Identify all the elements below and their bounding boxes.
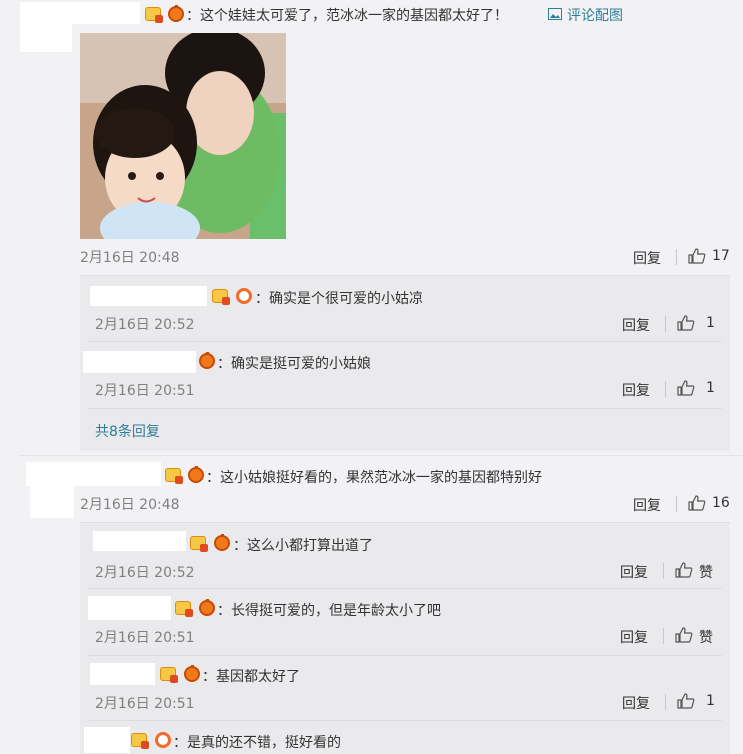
like-count: 17 xyxy=(712,248,730,264)
lantern-icon xyxy=(188,466,204,483)
lantern-icon xyxy=(236,288,252,304)
like-count: 16 xyxy=(712,495,730,511)
vip-badge-icon xyxy=(175,601,193,617)
thumbs-up-icon[interactable] xyxy=(688,248,706,264)
comment-text: ：这个娃娃太可爱了，范冰冰一家的基因都太好了！ xyxy=(186,8,508,24)
username-redacted[interactable] xyxy=(93,531,186,551)
thumbs-up-icon[interactable] xyxy=(675,562,693,578)
divider xyxy=(665,694,666,710)
like-count: 1 xyxy=(706,380,715,396)
lantern-icon xyxy=(155,732,171,748)
avatar-redacted[interactable] xyxy=(30,486,74,518)
reply-text: ：长得挺可爱的，但是年龄太小了吧 xyxy=(217,603,441,619)
reply-button[interactable]: 回复 xyxy=(622,315,650,335)
reply-timestamp: 2月16日 20:52 xyxy=(95,565,195,581)
username-redacted[interactable] xyxy=(84,727,130,753)
thumbs-up-icon[interactable] xyxy=(677,380,695,396)
image-icon[interactable] xyxy=(548,8,562,20)
reply-text: ：这么小都打算出道了 xyxy=(233,538,373,554)
divider xyxy=(88,588,722,589)
lantern-icon xyxy=(199,599,215,616)
username-redacted[interactable] xyxy=(20,2,140,24)
divider xyxy=(88,408,722,409)
reply-text: ：基因都太好了 xyxy=(202,669,300,685)
username-redacted[interactable] xyxy=(83,351,196,373)
avatar-redacted[interactable] xyxy=(20,24,72,52)
reply-button[interactable]: 回复 xyxy=(622,693,650,713)
thumbs-up-icon[interactable] xyxy=(688,495,706,511)
vip-badge-icon xyxy=(131,733,149,749)
divider xyxy=(88,341,722,342)
vip-badge-icon xyxy=(212,289,230,305)
lantern-icon xyxy=(184,665,200,682)
reply-timestamp: 2月16日 20:51 xyxy=(95,630,195,646)
lantern-icon xyxy=(199,352,215,369)
reply-button[interactable]: 回复 xyxy=(620,562,648,582)
username-redacted[interactable] xyxy=(90,663,155,685)
comment-photo[interactable] xyxy=(80,33,286,239)
vip-badge-icon xyxy=(160,667,178,683)
divider xyxy=(663,563,664,579)
like-label[interactable]: 赞 xyxy=(699,627,713,647)
reply-button[interactable]: 回复 xyxy=(633,495,661,515)
like-count: 1 xyxy=(706,693,715,709)
divider xyxy=(676,249,677,265)
vip-badge-icon xyxy=(145,7,163,23)
reply-timestamp: 2月16日 20:51 xyxy=(95,696,195,712)
reply-button[interactable]: 回复 xyxy=(622,380,650,400)
reply-timestamp: 2月16日 20:51 xyxy=(95,383,195,399)
reply-text: ：是真的还不错，挺好看的 xyxy=(173,735,341,751)
comment-picture-link[interactable]: 评论配图 xyxy=(567,5,623,25)
vip-badge-icon xyxy=(190,536,208,552)
more-replies-link[interactable]: 共8条回复 xyxy=(95,421,160,441)
like-count: 1 xyxy=(706,315,715,331)
reply-text: ：确实是挺可爱的小姑娘 xyxy=(217,356,371,372)
divider xyxy=(676,496,677,512)
divider xyxy=(20,455,743,456)
lantern-icon xyxy=(214,534,230,551)
comment-timestamp: 2月16日 20:48 xyxy=(80,250,180,266)
divider xyxy=(665,381,666,397)
divider xyxy=(665,316,666,332)
divider xyxy=(88,655,722,656)
reply-text: ：确实是个很可爱的小姑凉 xyxy=(255,291,423,307)
like-label[interactable]: 赞 xyxy=(699,562,713,582)
reply-timestamp: 2月16日 20:52 xyxy=(95,317,195,333)
username-redacted[interactable] xyxy=(26,462,161,486)
reply-button[interactable]: 回复 xyxy=(620,627,648,647)
thumbs-up-icon[interactable] xyxy=(677,315,695,331)
thumbs-up-icon[interactable] xyxy=(675,627,693,643)
username-redacted[interactable] xyxy=(88,596,171,620)
comment-timestamp: 2月16日 20:48 xyxy=(80,497,180,513)
divider xyxy=(88,720,722,721)
vip-badge-icon xyxy=(165,468,183,484)
thumbs-up-icon[interactable] xyxy=(677,693,695,709)
lantern-icon xyxy=(168,5,184,22)
username-redacted[interactable] xyxy=(90,286,207,306)
comment-text: ：这小姑娘挺好看的，果然范冰冰一家的基因都特别好 xyxy=(206,470,542,486)
divider xyxy=(663,628,664,644)
reply-button[interactable]: 回复 xyxy=(633,248,661,268)
